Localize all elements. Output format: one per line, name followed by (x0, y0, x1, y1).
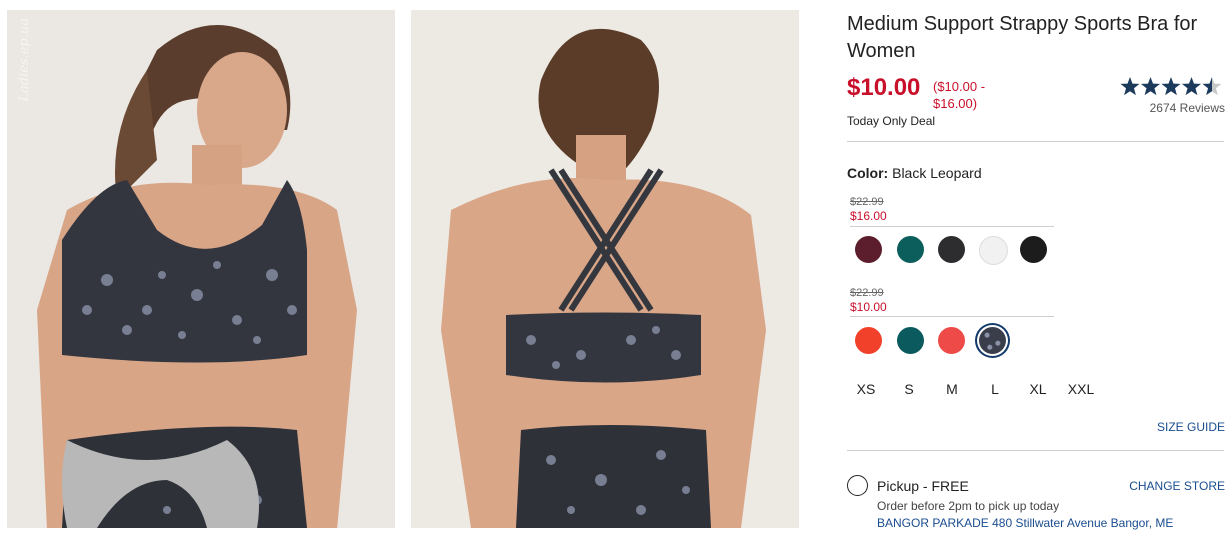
size-s[interactable]: S (892, 381, 926, 397)
size-xs[interactable]: XS (849, 381, 883, 397)
group-divider (850, 316, 1054, 317)
price-range: ($10.00 - $16.00) (933, 79, 986, 111)
deal-label: Today Only Deal (847, 114, 936, 128)
product-title: Medium Support Strappy Sports Bra for Wo… (847, 13, 1198, 62)
swatch-charcoal[interactable] (938, 236, 965, 263)
color-label: Color: (847, 165, 889, 181)
swatch-black-leopard[interactable] (979, 327, 1006, 354)
swatch-white[interactable] (979, 236, 1008, 265)
size-m[interactable]: M (935, 381, 969, 397)
star-icon (1202, 77, 1222, 96)
product-image-back[interactable] (411, 10, 799, 528)
was-price-group-2: $22.99 (850, 287, 884, 299)
was-price-group-1: $22.99 (850, 196, 884, 208)
sale-price: $10.00 (847, 74, 921, 101)
swatch-black[interactable] (1020, 236, 1047, 263)
pickup-label[interactable]: Pickup - FREE (877, 478, 969, 494)
reviews-count[interactable]: 2674 Reviews (1150, 101, 1225, 115)
star-icon (1120, 77, 1140, 96)
divider (847, 450, 1224, 451)
pickup-radio[interactable] (847, 475, 868, 496)
divider (847, 141, 1224, 142)
swatch-coral[interactable] (938, 327, 965, 354)
color-value: Black Leopard (892, 165, 982, 181)
product-image-front[interactable]: Ladies.ep.ua (7, 10, 395, 528)
order-note: Order before 2pm to pick up today (877, 499, 1060, 513)
star-icon (1181, 77, 1202, 96)
swatch-teal[interactable] (897, 236, 924, 263)
product-info-panel: Medium Support Strappy Sports Bra for Wo… (847, 0, 1225, 534)
change-store-link[interactable]: CHANGE STORE (1129, 479, 1225, 493)
size-l[interactable]: L (978, 381, 1012, 397)
swatch-dark-teal[interactable] (897, 327, 924, 354)
star-icon (1140, 77, 1161, 96)
swatch-red-orange[interactable] (855, 327, 882, 354)
color-selected: Color: Black Leopard (847, 165, 982, 181)
now-price-group-2: $10.00 (850, 300, 887, 314)
store-address-link[interactable]: BANGOR PARKADE 480 Stillwater Avenue Ban… (877, 516, 1173, 530)
now-price-group-1: $16.00 (850, 209, 887, 223)
star-icon (1161, 77, 1181, 96)
watermark: Ladies.ep.ua (17, 18, 32, 102)
size-xxl[interactable]: XXL (1064, 381, 1098, 397)
swatch-burgundy[interactable] (855, 236, 882, 263)
size-xl[interactable]: XL (1021, 381, 1055, 397)
size-guide-link[interactable]: SIZE GUIDE (1157, 420, 1225, 434)
rating-stars[interactable] (1119, 76, 1223, 98)
group-divider (850, 226, 1054, 227)
